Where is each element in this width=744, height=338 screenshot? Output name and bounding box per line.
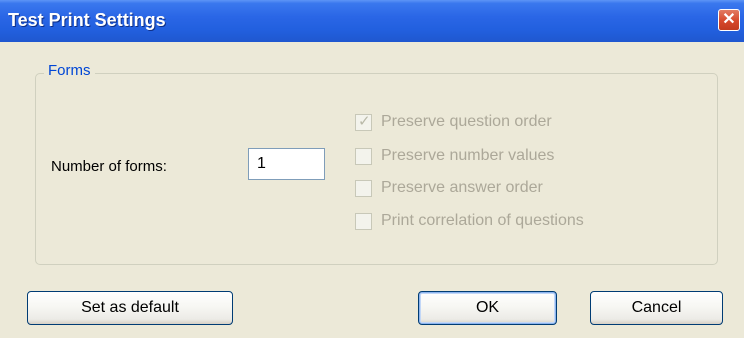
ok-button[interactable]: OK bbox=[418, 291, 557, 325]
window-title: Test Print Settings bbox=[8, 10, 166, 30]
cancel-button[interactable]: Cancel bbox=[590, 291, 723, 325]
number-of-forms-label: Number of forms: bbox=[51, 158, 167, 175]
print-correlation-of-questions-label: Print correlation of questions bbox=[381, 212, 584, 229]
preserve-number-values-label: Preserve number values bbox=[381, 147, 555, 164]
number-of-forms-input[interactable] bbox=[248, 148, 325, 180]
test-print-settings-dialog: Test Print Settings ✕ Forms Number of fo… bbox=[0, 0, 744, 338]
checkbox-box: ✓ bbox=[355, 112, 372, 131]
preserve-answer-order-label: Preserve answer order bbox=[381, 179, 543, 196]
checkbox-box bbox=[355, 148, 372, 165]
checkbox-box bbox=[355, 213, 372, 230]
close-icon[interactable]: ✕ bbox=[718, 9, 740, 31]
checkbox-box bbox=[355, 180, 372, 197]
forms-group-label: Forms bbox=[44, 62, 95, 79]
preserve-question-order-label: Preserve question order bbox=[381, 113, 552, 130]
set-as-default-button[interactable]: Set as default bbox=[27, 291, 233, 325]
title-bar[interactable]: Test Print Settings ✕ bbox=[0, 0, 744, 42]
check-mark-icon: ✓ bbox=[358, 112, 371, 130]
